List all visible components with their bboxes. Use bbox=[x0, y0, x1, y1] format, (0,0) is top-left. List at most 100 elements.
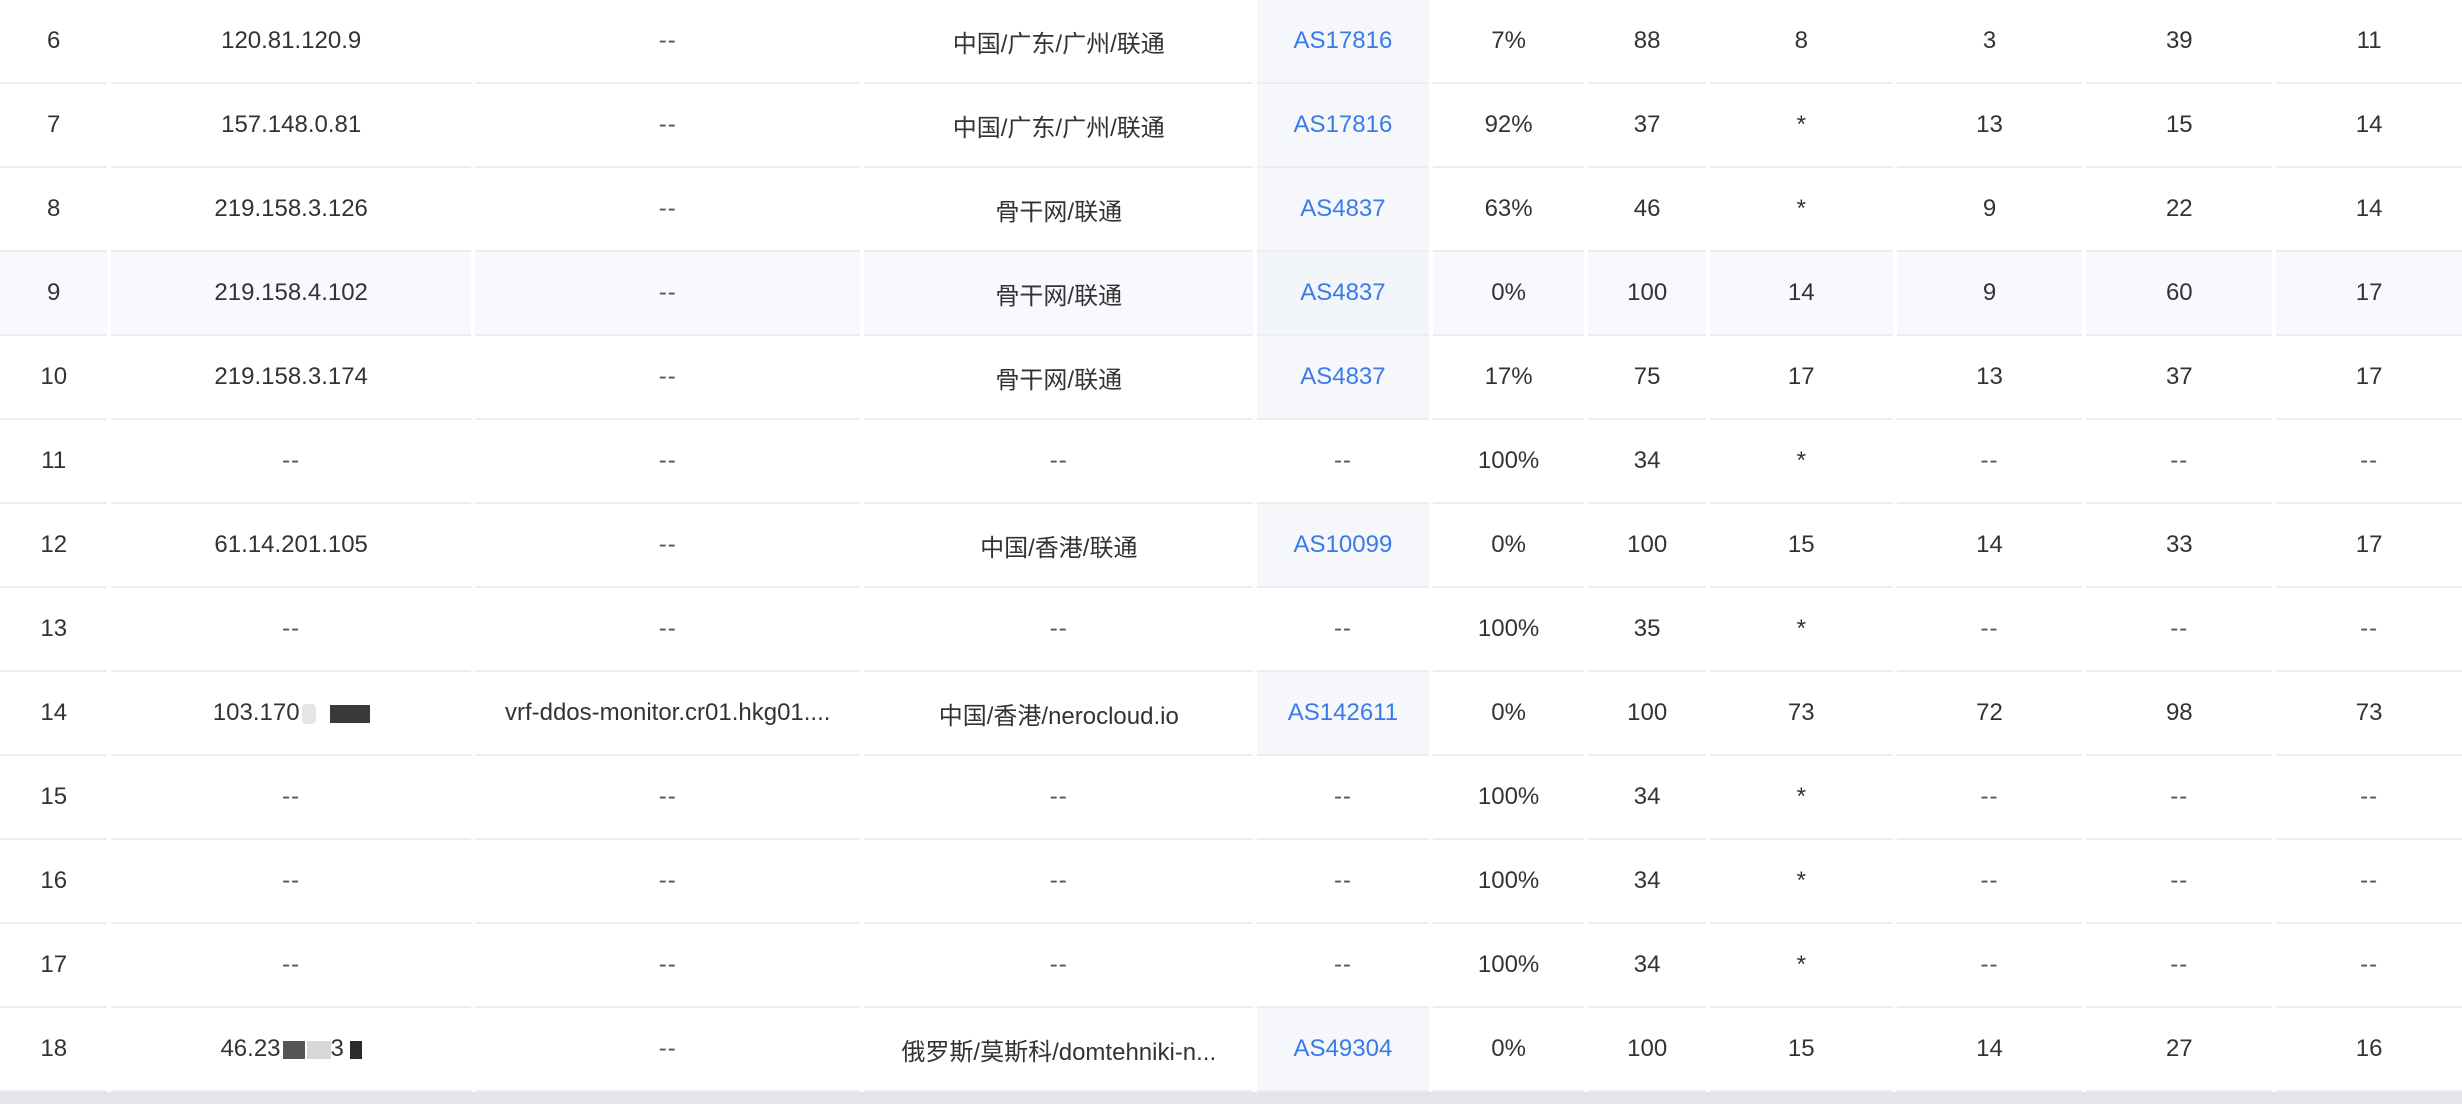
hop-cell: 6 bbox=[0, 0, 108, 84]
avg-cell: 73 bbox=[2276, 672, 2462, 756]
horizontal-scrollbar[interactable] bbox=[0, 1092, 2462, 1104]
loss-cell: 7% bbox=[1432, 0, 1585, 84]
best-cell: 14 bbox=[1896, 1008, 2083, 1092]
hop-cell: 8 bbox=[0, 168, 108, 252]
worst-cell: 22 bbox=[2086, 168, 2273, 252]
hop-cell: 10 bbox=[0, 336, 108, 420]
ip-text: 103.170 bbox=[212, 699, 300, 726]
loss-cell: 100% bbox=[1432, 756, 1585, 840]
worst-cell: 98 bbox=[2086, 672, 2273, 756]
hop-cell: 15 bbox=[0, 756, 108, 840]
best-cell: 9 bbox=[1896, 252, 2083, 336]
worst-cell: 33 bbox=[2086, 504, 2273, 588]
asn-cell: AS49304 bbox=[1257, 1008, 1429, 1092]
location-cell: 骨干网/联通 bbox=[864, 168, 1254, 252]
sent-cell: 75 bbox=[1588, 336, 1706, 420]
table-row[interactable]: 14 103.170 vrf-ddos-monitor.cr01.hkg01..… bbox=[0, 672, 2462, 756]
table-row[interactable]: 11 -- -- -- -- 100% 34 * -- -- -- bbox=[0, 420, 2462, 504]
worst-cell: -- bbox=[2086, 588, 2273, 672]
loss-cell: 63% bbox=[1432, 168, 1585, 252]
last-cell: 15 bbox=[1709, 1008, 1893, 1092]
asn-cell: -- bbox=[1257, 840, 1429, 924]
loss-cell: 100% bbox=[1432, 420, 1585, 504]
asn-link[interactable]: AS4837 bbox=[1300, 363, 1385, 390]
worst-cell: -- bbox=[2086, 756, 2273, 840]
table-row[interactable]: 13 -- -- -- -- 100% 35 * -- -- -- bbox=[0, 588, 2462, 672]
avg-cell: 17 bbox=[2276, 252, 2462, 336]
worst-cell: 60 bbox=[2086, 252, 2273, 336]
last-cell: * bbox=[1709, 924, 1893, 1008]
asn-link[interactable]: AS49304 bbox=[1294, 1035, 1393, 1062]
table-row[interactable]: 18 46.23 3 -- 俄罗斯/莫斯科/domtehniki-n... AS4… bbox=[0, 1008, 2462, 1092]
table-row[interactable]: 7 157.148.0.81 -- 中国/广东/广州/联通 AS17816 92… bbox=[0, 84, 2462, 168]
sent-cell: 37 bbox=[1588, 84, 1706, 168]
worst-cell: -- bbox=[2086, 924, 2273, 1008]
hop-cell: 14 bbox=[0, 672, 108, 756]
hostname-cell: -- bbox=[474, 420, 861, 504]
last-cell: * bbox=[1709, 168, 1893, 252]
redaction-mark bbox=[306, 1040, 331, 1059]
sent-cell: 100 bbox=[1588, 252, 1706, 336]
avg-cell: 14 bbox=[2276, 168, 2462, 252]
location-cell: 中国/广东/广州/联通 bbox=[864, 84, 1254, 168]
best-cell: 9 bbox=[1896, 168, 2083, 252]
hop-cell: 17 bbox=[0, 924, 108, 1008]
asn-cell: AS17816 bbox=[1257, 84, 1429, 168]
worst-cell: 37 bbox=[2086, 336, 2273, 420]
hostname-cell: -- bbox=[474, 84, 861, 168]
asn-cell: AS4837 bbox=[1257, 336, 1429, 420]
hops-table: 6 120.81.120.9 -- 中国/广东/广州/联通 AS17816 7%… bbox=[0, 0, 2462, 1092]
table-row[interactable]: 12 61.14.201.105 -- 中国/香港/联通 AS10099 0% … bbox=[0, 504, 2462, 588]
table-row[interactable]: 9 219.158.4.102 -- 骨干网/联通 AS4837 0% 100 … bbox=[0, 252, 2462, 336]
table-row[interactable]: 10 219.158.3.174 -- 骨干网/联通 AS4837 17% 75… bbox=[0, 336, 2462, 420]
asn-cell: -- bbox=[1257, 756, 1429, 840]
best-cell: -- bbox=[1896, 420, 2083, 504]
table-row[interactable]: 16 -- -- -- -- 100% 34 * -- -- -- bbox=[0, 840, 2462, 924]
avg-cell: 17 bbox=[2276, 504, 2462, 588]
sent-cell: 100 bbox=[1588, 672, 1706, 756]
hostname-cell: -- bbox=[474, 924, 861, 1008]
sent-cell: 46 bbox=[1588, 168, 1706, 252]
hostname-cell: -- bbox=[474, 756, 861, 840]
table-row[interactable]: 6 120.81.120.9 -- 中国/广东/广州/联通 AS17816 7%… bbox=[0, 0, 2462, 84]
hop-cell: 7 bbox=[0, 84, 108, 168]
asn-link[interactable]: AS10099 bbox=[1294, 531, 1393, 558]
table-row[interactable]: 17 -- -- -- -- 100% 34 * -- -- -- bbox=[0, 924, 2462, 1008]
best-cell: -- bbox=[1896, 840, 2083, 924]
best-cell: -- bbox=[1896, 924, 2083, 1008]
asn-link[interactable]: AS4837 bbox=[1300, 279, 1385, 306]
sent-cell: 34 bbox=[1588, 924, 1706, 1008]
ip-cell: 219.158.3.174 bbox=[111, 336, 471, 420]
asn-link[interactable]: AS17816 bbox=[1294, 111, 1393, 138]
loss-cell: 0% bbox=[1432, 252, 1585, 336]
sent-cell: 100 bbox=[1588, 1008, 1706, 1092]
location-cell: -- bbox=[864, 588, 1254, 672]
redaction-mark bbox=[349, 1040, 362, 1059]
location-cell: -- bbox=[864, 420, 1254, 504]
avg-cell: 17 bbox=[2276, 336, 2462, 420]
table-row[interactable]: 15 -- -- -- -- 100% 34 * -- -- -- bbox=[0, 756, 2462, 840]
worst-cell: -- bbox=[2086, 840, 2273, 924]
location-cell: 骨干网/联通 bbox=[864, 336, 1254, 420]
hostname-cell: -- bbox=[474, 1008, 861, 1092]
hop-cell: 12 bbox=[0, 504, 108, 588]
best-cell: 13 bbox=[1896, 84, 2083, 168]
asn-link[interactable]: AS142611 bbox=[1288, 699, 1398, 726]
asn-link[interactable]: AS17816 bbox=[1294, 27, 1393, 54]
ip-cell: 219.158.3.126 bbox=[111, 168, 471, 252]
best-cell: -- bbox=[1896, 756, 2083, 840]
table-row[interactable]: 8 219.158.3.126 -- 骨干网/联通 AS4837 63% 46 … bbox=[0, 168, 2462, 252]
avg-cell: -- bbox=[2276, 756, 2462, 840]
hostname-cell: vrf-ddos-monitor.cr01.hkg01.... bbox=[474, 672, 861, 756]
ip-cell: -- bbox=[111, 756, 471, 840]
avg-cell: -- bbox=[2276, 420, 2462, 504]
redaction-mark bbox=[301, 703, 316, 724]
last-cell: 15 bbox=[1709, 504, 1893, 588]
avg-cell: -- bbox=[2276, 840, 2462, 924]
best-cell: 14 bbox=[1896, 504, 2083, 588]
asn-link[interactable]: AS4837 bbox=[1300, 195, 1385, 222]
sent-cell: 35 bbox=[1588, 588, 1706, 672]
ip-cell: -- bbox=[111, 588, 471, 672]
ip-cell: -- bbox=[111, 420, 471, 504]
location-cell: 俄罗斯/莫斯科/domtehniki-n... bbox=[864, 1008, 1254, 1092]
